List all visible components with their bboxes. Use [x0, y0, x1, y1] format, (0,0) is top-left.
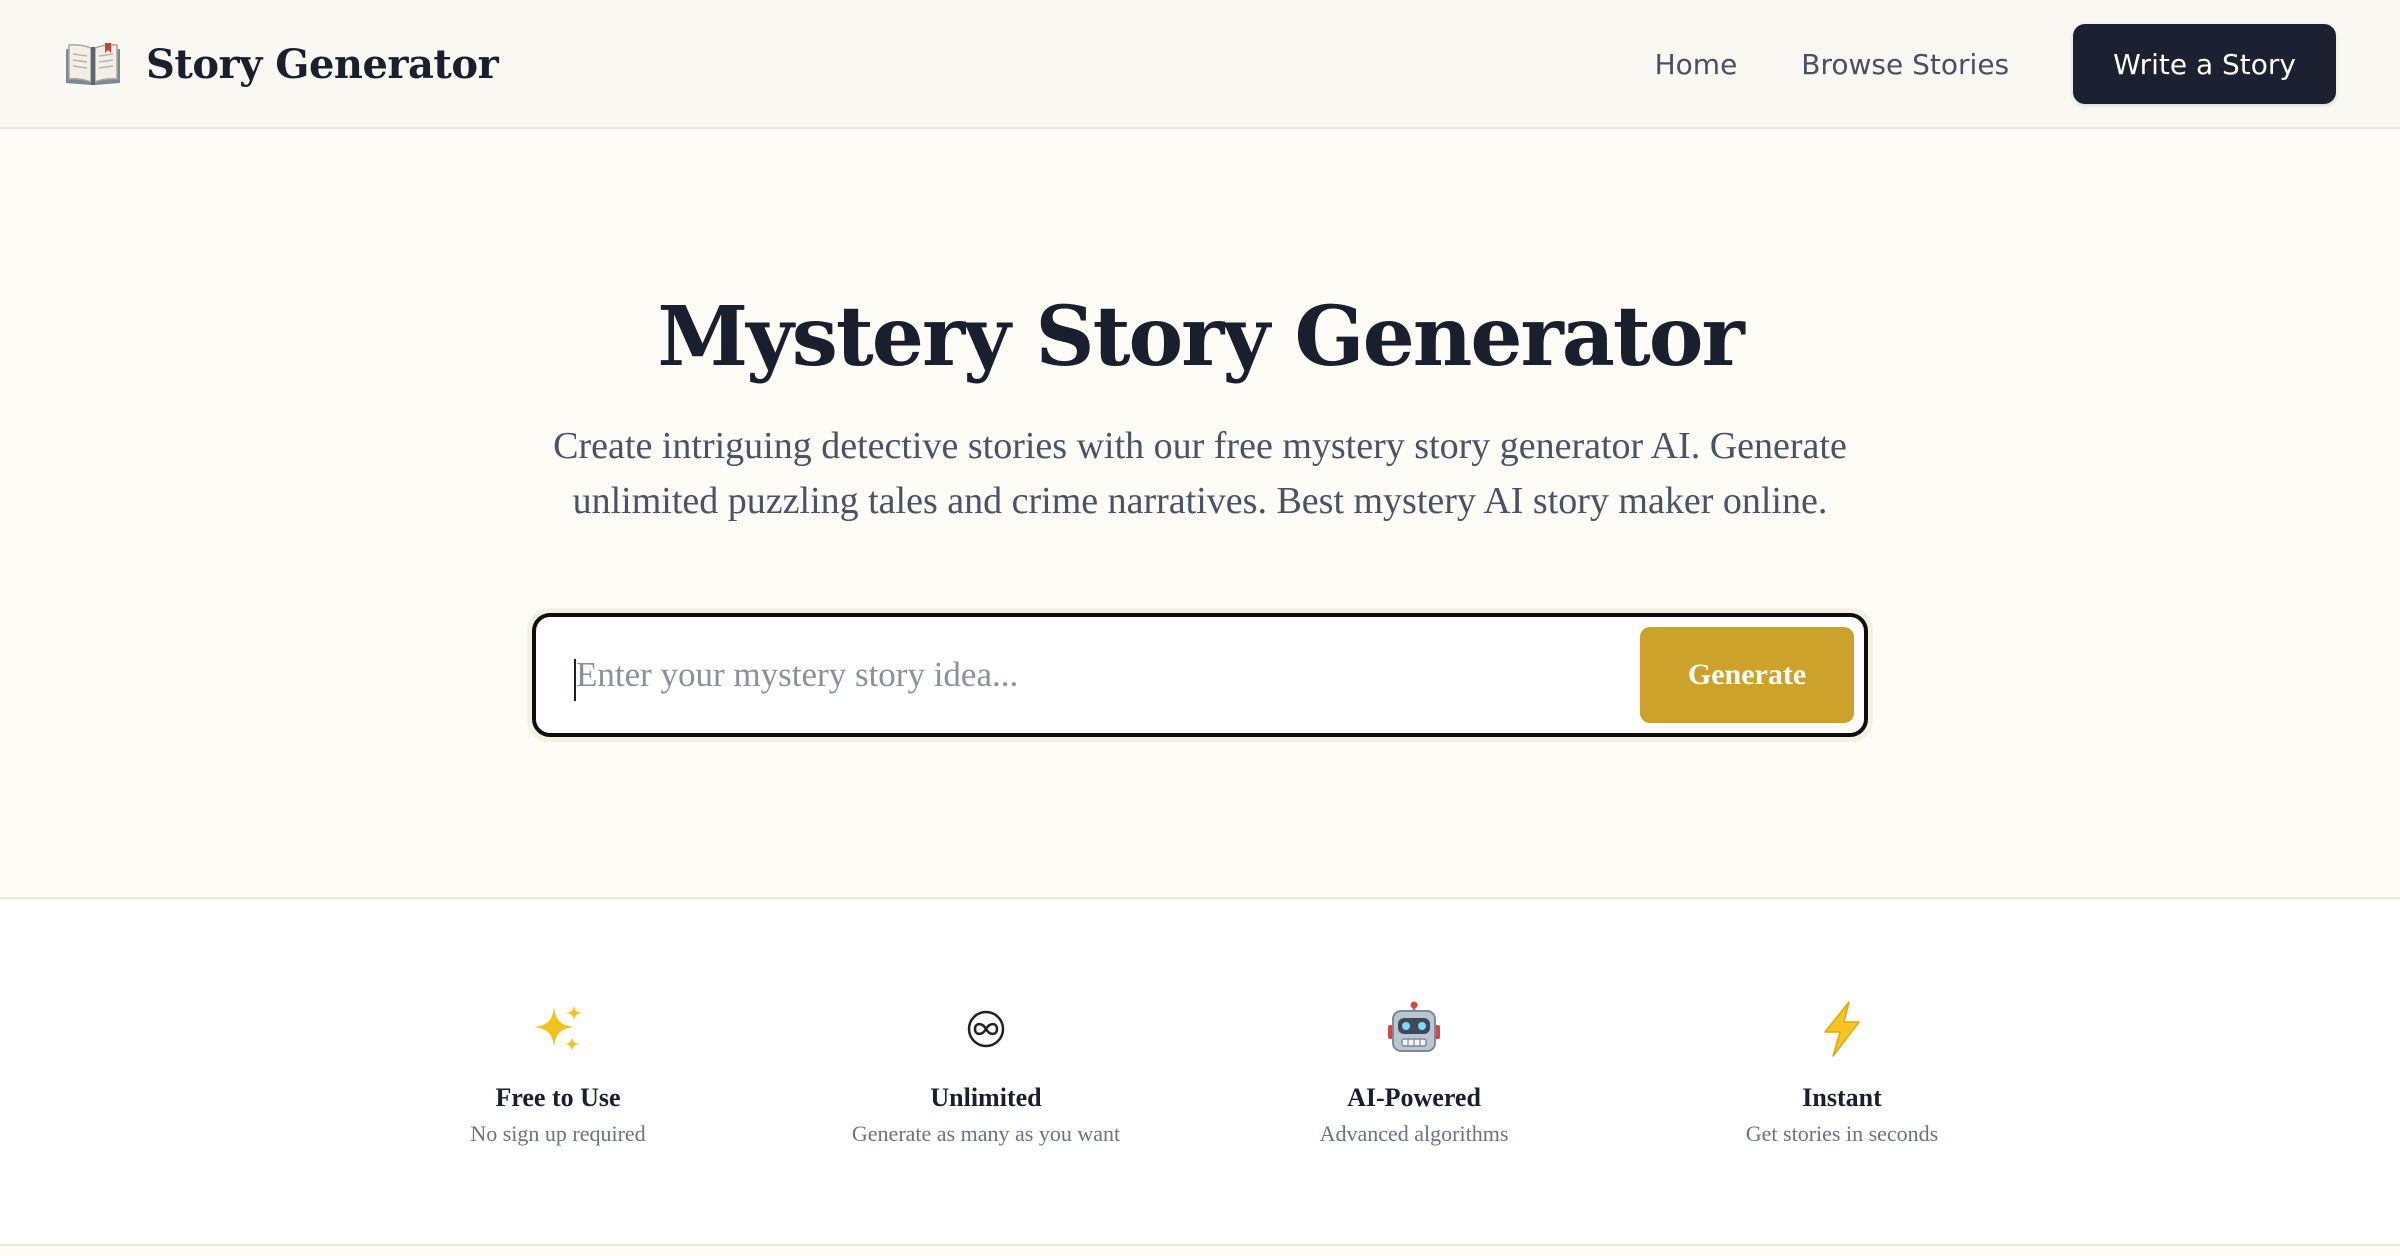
nav-browse-stories-link[interactable]: Browse Stories	[1801, 48, 2009, 81]
open-book-icon	[64, 39, 122, 89]
brand-name: Story Generator	[146, 40, 499, 88]
site-header: Story Generator Home Browse Stories Writ…	[0, 0, 2400, 129]
main-nav: Home Browse Stories Write a Story	[1655, 24, 2336, 104]
story-idea-form: Generate	[527, 608, 1873, 742]
feature-title: AI-Powered	[1347, 1083, 1481, 1112]
hero-subtitle: Create intriguing detective stories with…	[553, 425, 1847, 522]
feature-description: Get stories in seconds	[1745, 1121, 1939, 1146]
feature-title: Unlimited	[930, 1083, 1042, 1112]
brand-logo[interactable]: Story Generator	[64, 36, 499, 92]
nav-home-link[interactable]: Home	[1655, 48, 1738, 81]
sparkles-icon	[528, 999, 588, 1059]
feature-title: Instant	[1802, 1083, 1882, 1112]
page-title: Mystery Story Generator	[657, 289, 1744, 385]
infinity-icon	[956, 999, 1016, 1059]
generate-button[interactable]: Generate	[1640, 627, 1854, 723]
feature-description: No sign up required	[470, 1121, 646, 1146]
lightning-icon	[1812, 999, 1872, 1059]
write-a-story-button[interactable]: Write a Story	[2073, 24, 2336, 104]
story-idea-input[interactable]	[572, 617, 1572, 733]
robot-icon	[1384, 999, 1444, 1059]
feature-description: Advanced algorithms	[1319, 1121, 1509, 1146]
feature-description: Generate as many as you want	[851, 1121, 1121, 1146]
hero-section: Mystery Story Generator Create intriguin…	[0, 129, 2400, 899]
feature-title: Free to Use	[495, 1083, 621, 1112]
story-idea-box: Generate	[532, 613, 1868, 737]
features-section: Free to Use No sign up required Unlimite…	[0, 901, 2400, 1246]
